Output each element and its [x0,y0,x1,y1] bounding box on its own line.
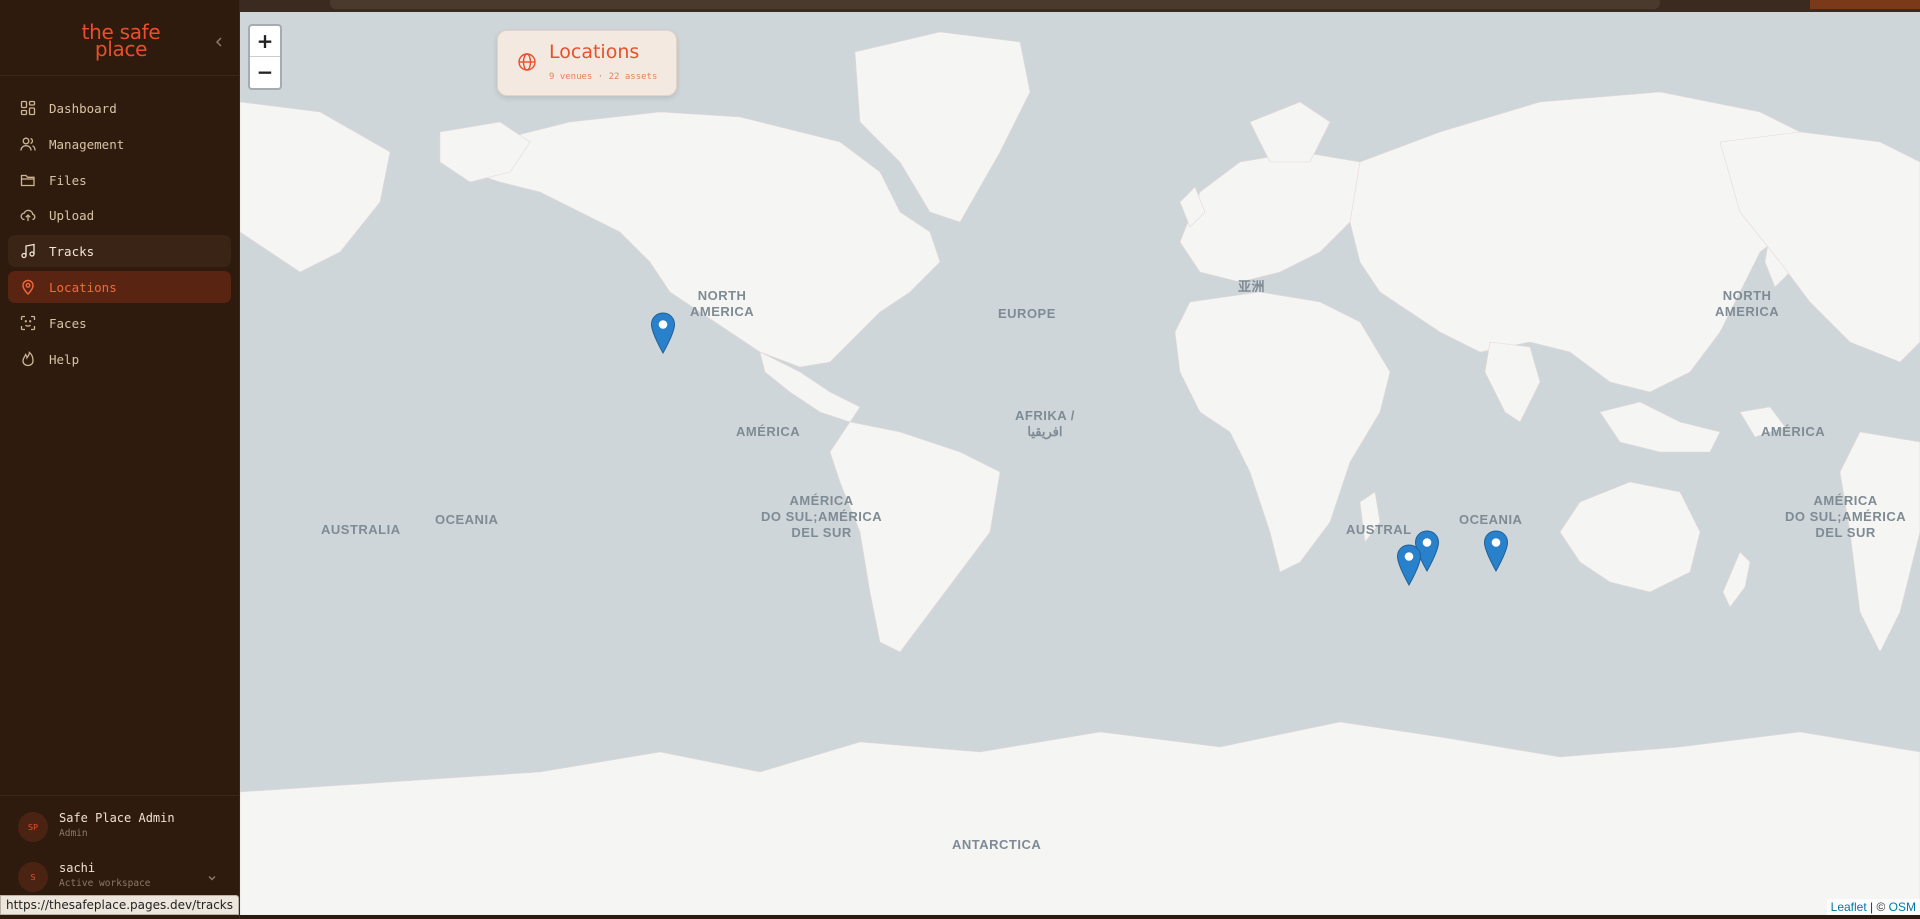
zoom-out-button[interactable]: − [250,57,280,87]
map-label-south-america: AMÉRICA DO SUL;AMÉRICA DEL SUR [761,493,882,541]
map-label-text: AMÉRICA [736,424,801,439]
locations-summary: 9 venues · 22 assets [549,72,658,82]
avatar: SP [18,812,48,842]
attribution-separator: | © [1866,900,1889,914]
map-label-text: NORTH AMERICA [1715,288,1780,319]
map-label-text: 亚洲 [1238,279,1266,294]
map-label-text: OCEANIA [435,512,499,527]
sidebar-item-upload[interactable]: Upload [8,199,231,231]
sidebar-item-dashboard[interactable]: Dashboard [8,92,231,124]
sidebar-item-label: Dashboard [49,101,117,116]
workspace-switcher[interactable]: S sachi Active workspace [18,858,228,898]
leaflet-link[interactable]: Leaflet [1831,900,1867,914]
map-label-asia: 亚洲 [1238,279,1265,295]
sidebar-item-label: Files [49,172,87,188]
sidebar-item-help[interactable]: Help [8,343,231,375]
zoom-control: + − [248,24,282,90]
map-label-north-america: NORTH AMERICA [690,288,754,320]
map-label-oceania: OCEANIA [1459,512,1522,528]
map-label-australia: AUSTRALIA [321,522,401,538]
sidebar: the safe place Dashboard Management File… [0,0,240,919]
sidebar-item-label: Tracks [49,244,95,260]
world-map-tiles [240,12,1920,915]
top-action-button[interactable] [1810,0,1920,9]
sidebar-item-faces[interactable]: Faces [8,307,231,339]
workspace-name: sachi [59,861,96,875]
app-logo[interactable]: the safe place [78,22,164,59]
map-label-europe: EUROPE [998,306,1056,322]
sidebar-item-locations[interactable]: Locations [8,270,231,303]
sidebar-item-label: Faces [49,315,87,331]
map-label-north-america: NORTH AMERICA [1715,288,1779,320]
map-marker-icon[interactable] [1483,530,1509,572]
sidebar-item-files[interactable]: Files [8,164,231,196]
chevron-down-icon[interactable] [206,872,218,884]
search-bar[interactable] [330,0,1660,9]
map-marker-icon[interactable] [650,312,676,354]
sidebar-nav: Dashboard Management Files Upload Tracks… [8,92,231,378]
zoom-in-button[interactable]: + [250,26,280,57]
face-scan-icon [20,315,36,330]
locations-card: Locations 9 venues · 22 assets [497,30,677,96]
dashboard-icon [20,100,36,116]
globe-icon [518,53,536,71]
map-pin-icon [22,279,34,295]
map-label-text: AUSTRALIA [321,522,401,537]
user-profile[interactable]: SP Safe Place Admin Admin [18,808,228,848]
map[interactable]: NORTH AMERICA NORTH AMERICA EUROPE 亚洲 AM… [240,12,1920,915]
chevron-left-icon[interactable] [212,35,226,49]
osm-link[interactable]: OSM [1889,900,1916,914]
sidebar-item-label: Help [49,351,80,367]
map-label-oceania: OCEANIA [435,512,498,528]
map-label-antarctica: ANTARCTICA [952,837,1041,853]
map-label-south-america: AMÉRICA DO SUL;AMÉRICA DEL SUR [1785,493,1906,541]
map-label-text: NORTH AMERICA [690,288,755,319]
map-label-text: ANTARCTICA [952,837,1042,852]
link-status-bar: https://thesafeplace.pages.dev/tracks [0,895,239,915]
user-name: Safe Place Admin [59,811,175,825]
top-bar [240,0,1920,12]
map-label-america: AMÉRICA [1761,424,1825,440]
map-label-text: EUROPE [998,306,1056,321]
sidebar-item-label: Management [49,136,125,152]
map-label-australia: AUSTRAL [1346,522,1412,538]
flame-icon [22,350,34,366]
locations-title: Locations [549,41,640,63]
map-label-text: AMÉRICA DO SUL;AMÉRICA DEL SUR [761,493,883,540]
map-marker-icon[interactable] [1396,544,1422,586]
map-attribution: Leaflet | © OSM [1826,899,1920,915]
map-label-america: AMÉRICA [736,424,800,440]
sidebar-item-management[interactable]: Management [8,128,231,160]
folder-icon [20,174,35,186]
user-role: Admin [59,828,88,839]
map-label-text: AMÉRICA [1761,424,1826,439]
sidebar-item-label: Locations [49,279,117,295]
sidebar-item-tracks[interactable]: Tracks [8,235,231,268]
upload-cloud-icon [20,210,36,222]
sidebar-divider [0,795,239,796]
map-label-text: AFRIKA / افريقيا [1015,408,1075,439]
workspace-subtitle: Active workspace [59,878,151,889]
map-label-text: OCEANIA [1459,512,1523,527]
map-label-text: AMÉRICA DO SUL;AMÉRICA DEL SUR [1785,493,1907,540]
map-label-text: AUSTRAL [1346,522,1412,537]
sidebar-divider [0,75,239,76]
users-icon [20,137,36,151]
sidebar-item-label: Upload [49,208,95,224]
workspace-avatar: S [18,862,48,892]
music-icon [21,243,35,259]
map-label-africa: AFRIKA / افريقيا [1015,408,1075,440]
